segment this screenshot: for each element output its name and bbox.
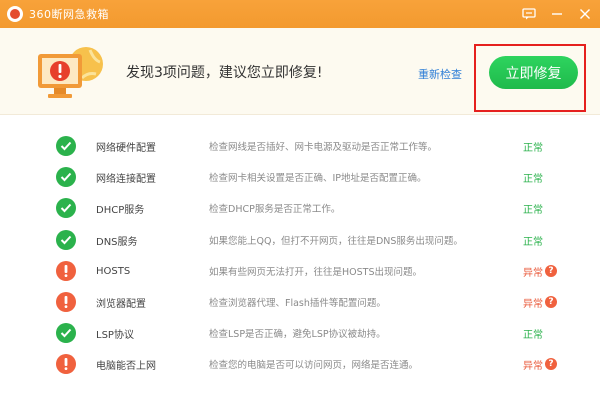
- item-name: DHCP服务: [96, 204, 145, 216]
- list-item: 浏览器配置 检查浏览器代理、Flash插件等配置问题。 异常 ?: [0, 287, 600, 317]
- rescan-link[interactable]: 重新检查: [418, 66, 462, 82]
- item-name: 浏览器配置: [96, 298, 146, 310]
- item-description: 如果您能上QQ，但打不开网页，往往是DNS服务出现问题。: [209, 236, 463, 247]
- check-ok-icon: [56, 136, 76, 156]
- item-name: LSP协议: [96, 329, 134, 341]
- help-icon[interactable]: ?: [545, 358, 557, 370]
- problem-summary: 发现3项问题，建议您立即修复!: [126, 65, 323, 81]
- item-status: 异常: [523, 267, 543, 279]
- item-status: 正常: [523, 173, 543, 185]
- help-icon[interactable]: ?: [545, 296, 557, 308]
- title-bar: 360断网急救箱: [0, 0, 600, 28]
- close-icon[interactable]: [576, 5, 594, 23]
- item-status: 正常: [523, 142, 543, 154]
- item-status: 正常: [523, 204, 543, 216]
- item-name: HOSTS: [96, 265, 131, 277]
- app-logo-icon: [7, 6, 23, 22]
- list-item: HOSTS 如果有些网页无法打开，往往是HOSTS出现问题。 异常 ?: [0, 256, 600, 286]
- list-item: LSP协议 检查LSP是否正确，避免LSP协议被劫持。 正常: [0, 318, 600, 348]
- item-name: DNS服务: [96, 236, 138, 248]
- warning-icon: [56, 292, 76, 312]
- check-ok-icon: [56, 167, 76, 187]
- window-title: 360断网急救箱: [29, 8, 109, 21]
- item-description: 检查网卡相关设置是否正确、IP地址是否配置正确。: [209, 173, 427, 184]
- check-ok-icon: [56, 198, 76, 218]
- item-name: 网络硬件配置: [96, 142, 156, 154]
- item-description: 检查网线是否插好、网卡电源及驱动是否正常工作等。: [209, 142, 438, 153]
- item-description: 检查DHCP服务是否正常工作。: [209, 204, 341, 215]
- fix-now-button[interactable]: 立即修复: [489, 56, 578, 89]
- list-item: 电脑能否上网 检查您的电脑是否可以访问网页，网络是否连通。 异常 ?: [0, 349, 600, 379]
- item-status: 异常: [523, 360, 543, 372]
- item-description: 如果有些网页无法打开，往往是HOSTS出现问题。: [209, 267, 422, 278]
- help-icon[interactable]: ?: [545, 265, 557, 277]
- minimize-icon[interactable]: [548, 5, 566, 23]
- check-ok-icon: [56, 230, 76, 250]
- item-description: 检查您的电脑是否可以访问网页，网络是否连通。: [209, 360, 419, 371]
- item-name: 网络连接配置: [96, 173, 156, 185]
- list-item: DNS服务 如果您能上QQ，但打不开网页，往往是DNS服务出现问题。 正常: [0, 225, 600, 255]
- check-ok-icon: [56, 323, 76, 343]
- list-item: 网络硬件配置 检查网线是否插好、网卡电源及驱动是否正常工作等。 正常: [0, 131, 600, 161]
- item-status: 正常: [523, 329, 543, 341]
- list-item: 网络连接配置 检查网卡相关设置是否正确、IP地址是否配置正确。 正常: [0, 162, 600, 192]
- item-description: 检查LSP是否正确，避免LSP协议被劫持。: [209, 329, 386, 340]
- item-name: 电脑能否上网: [96, 360, 156, 372]
- warning-icon: [56, 261, 76, 281]
- item-status: 异常: [523, 298, 543, 310]
- item-description: 检查浏览器代理、Flash插件等配置问题。: [209, 298, 386, 309]
- window-controls: [520, 0, 594, 28]
- item-status: 正常: [523, 236, 543, 248]
- warning-icon: [56, 354, 76, 374]
- feedback-icon[interactable]: [520, 5, 538, 23]
- list-item: DHCP服务 检查DHCP服务是否正常工作。 正常: [0, 193, 600, 223]
- result-header: 发现3项问题，建议您立即修复! 重新检查 立即修复: [0, 28, 600, 115]
- monitor-globe-warning-icon: [38, 47, 103, 98]
